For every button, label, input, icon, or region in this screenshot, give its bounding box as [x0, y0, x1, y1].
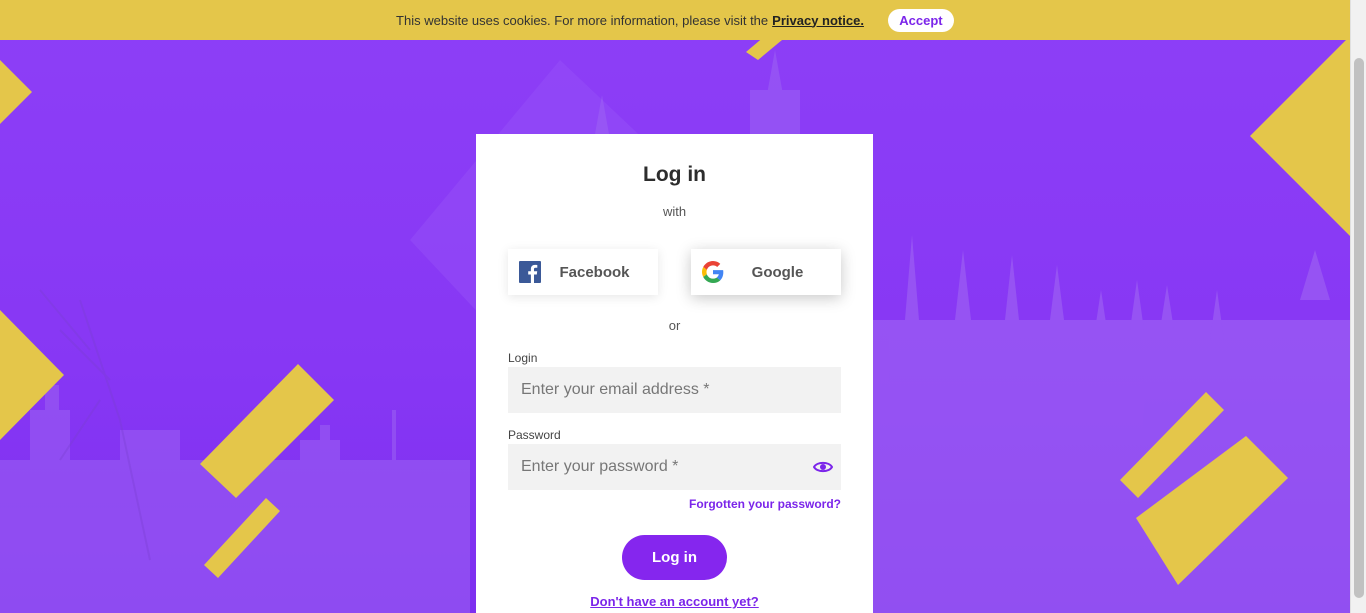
with-label: with — [662, 204, 687, 219]
accept-cookies-button[interactable]: Accept — [887, 8, 954, 32]
login-button[interactable]: Log in — [622, 535, 727, 580]
forgot-password-link[interactable]: Forgotten your password? — [689, 497, 841, 511]
google-icon — [702, 261, 724, 283]
password-placeholder: Enter your password * — [521, 458, 679, 475]
email-placeholder: Enter your email address * — [521, 381, 710, 398]
login-card: Log in with Facebook Google or Login Ent… — [476, 134, 873, 613]
facebook-icon — [519, 261, 541, 283]
privacy-notice-link[interactable]: Privacy notice. — [772, 13, 864, 28]
scrollbar[interactable] — [1350, 0, 1366, 613]
password-field[interactable]: Enter your password * — [508, 444, 841, 490]
cookie-banner: This website uses cookies. For more info… — [0, 0, 1350, 40]
cookie-message: This website uses cookies. For more info… — [396, 12, 769, 28]
page-title: Log in — [643, 163, 706, 186]
facebook-login-button[interactable]: Facebook — [508, 249, 658, 295]
google-login-button[interactable]: Google — [691, 249, 841, 295]
signup-link[interactable]: Don't have an account yet? — [476, 594, 873, 609]
eye-icon[interactable] — [813, 459, 833, 475]
email-field[interactable]: Enter your email address * — [508, 367, 841, 413]
or-divider: or — [668, 318, 681, 333]
login-label: Login — [508, 351, 538, 365]
scrollbar-thumb[interactable] — [1354, 58, 1364, 598]
facebook-label: Facebook — [559, 263, 630, 281]
google-label: Google — [751, 263, 804, 281]
password-label: Password — [508, 428, 561, 442]
